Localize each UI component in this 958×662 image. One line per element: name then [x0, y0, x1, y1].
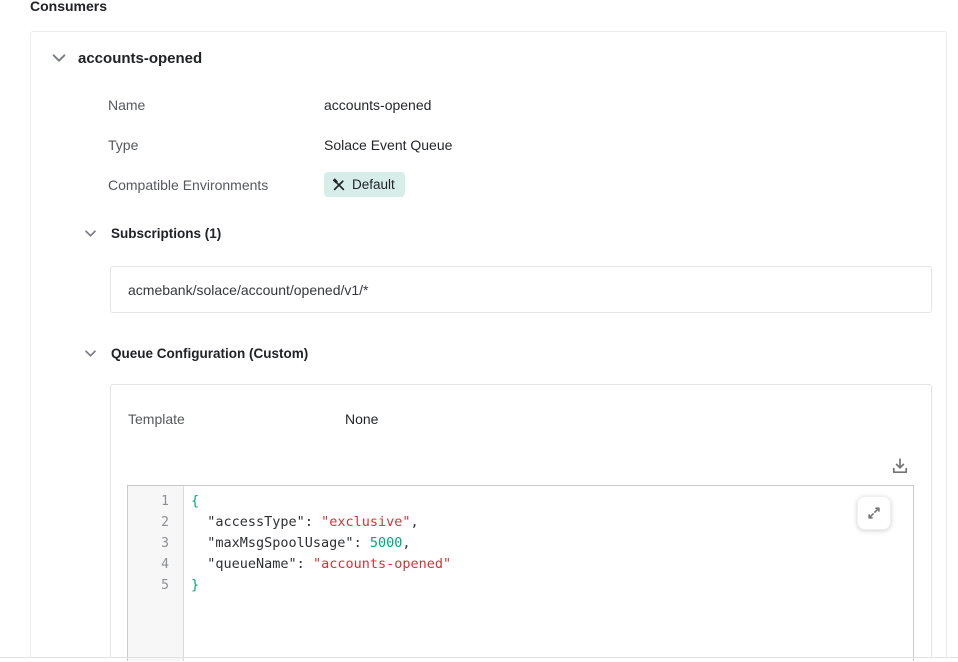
expand-button[interactable]: [857, 496, 891, 530]
download-icon: [890, 456, 910, 476]
subscriptions-title: Subscriptions (1): [111, 226, 221, 241]
expand-icon: [865, 504, 883, 522]
template-label: Template: [128, 411, 185, 427]
consumer-card: accounts-opened Name accounts-opened Typ…: [30, 31, 947, 657]
name-label: Name: [108, 97, 145, 114]
consumer-header-toggle[interactable]: accounts-opened: [45, 43, 445, 73]
panel-bottom-divider: [0, 657, 958, 658]
chevron-down-icon: [83, 346, 98, 361]
subscription-topic: acmebank/solace/account/opened/v1/*: [128, 282, 369, 298]
chevron-down-icon: [50, 49, 68, 67]
environment-badge: Default: [324, 172, 405, 197]
consumers-panel: Consumers accounts-opened Name accounts-…: [0, 0, 958, 662]
download-button[interactable]: [886, 452, 914, 480]
type-label: Type: [108, 137, 138, 154]
page-title: Consumers: [30, 0, 107, 15]
tools-icon: [332, 178, 346, 192]
environments-label: Compatible Environments: [108, 177, 268, 194]
chevron-down-icon: [83, 226, 98, 241]
queue-config-code-editor[interactable]: 12345 { "accessType": "exclusive", "maxM…: [127, 485, 914, 661]
queue-configuration-toggle[interactable]: Queue Configuration (Custom): [83, 342, 308, 364]
template-value: None: [345, 411, 378, 427]
queue-configuration-title: Queue Configuration (Custom): [111, 346, 308, 361]
name-value: accounts-opened: [324, 97, 431, 114]
consumer-name-title: accounts-opened: [78, 50, 202, 67]
subscription-item: acmebank/solace/account/opened/v1/*: [110, 266, 932, 313]
subscriptions-toggle[interactable]: Subscriptions (1): [83, 222, 221, 244]
code-lines: { "accessType": "exclusive", "maxMsgSpoo…: [184, 486, 913, 661]
code-gutter: 12345: [128, 486, 184, 661]
queue-configuration-box: Template None 12345 { "accessType": "exc…: [110, 384, 932, 658]
type-value: Solace Event Queue: [324, 137, 452, 154]
environment-badge-label: Default: [352, 177, 395, 192]
